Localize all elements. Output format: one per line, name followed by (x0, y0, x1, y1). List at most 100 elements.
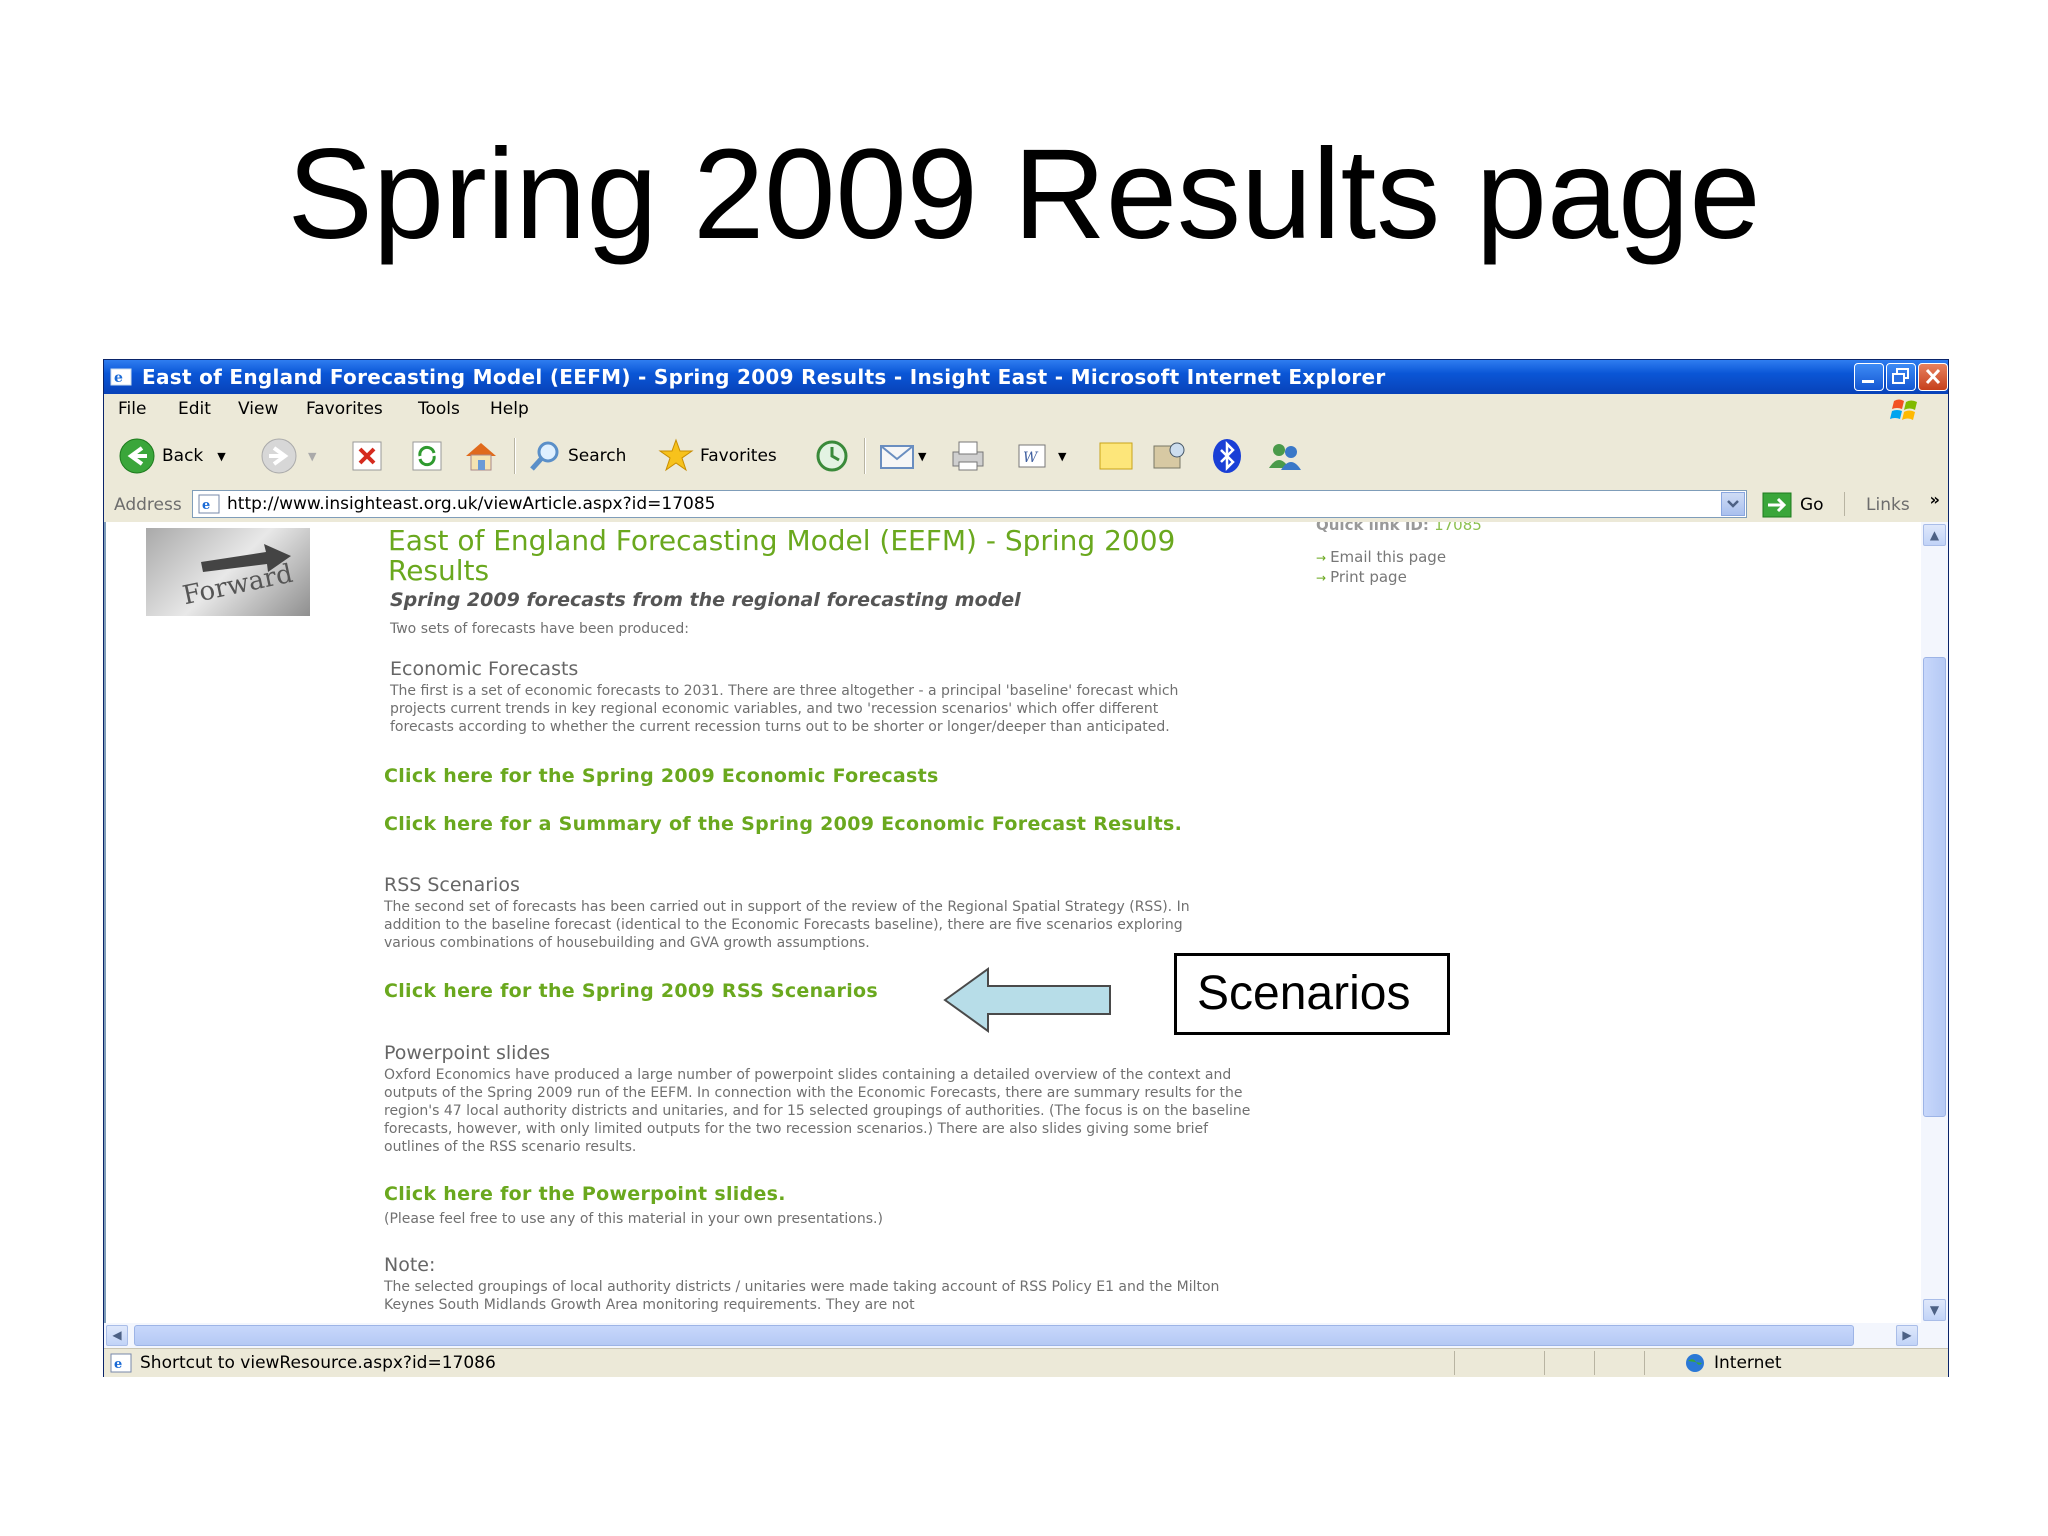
address-input[interactable]: e http://www.insighteast.org.uk/viewArti… (192, 490, 1747, 518)
powerpoint-note: (Please feel free to use any of this mat… (384, 1211, 883, 1227)
ie-window: e East of England Forecasting Model (EEF… (103, 359, 1949, 1377)
security-zone: Internet (1714, 1353, 1782, 1373)
refresh-button[interactable] (410, 436, 444, 476)
callout-arrow-icon (943, 967, 1111, 1033)
stop-button[interactable] (350, 436, 384, 476)
rss-scenarios-link[interactable]: Click here for the Spring 2009 RSS Scena… (384, 980, 878, 1002)
forward-button[interactable]: ▼ (260, 436, 316, 476)
forward-dropdown-icon[interactable]: ▼ (308, 450, 316, 463)
menu-tools[interactable]: Tools (418, 399, 460, 419)
arrow-right-icon: → (1316, 571, 1327, 585)
links-button[interactable]: Links (1866, 495, 1910, 515)
address-label: Address (114, 495, 182, 515)
rss-scenarios-text: The second set of forecasts has been car… (384, 899, 1190, 951)
powerpoint-heading: Powerpoint slides (384, 1042, 551, 1064)
powerpoint-link[interactable]: Click here for the Powerpoint slides. (384, 1183, 786, 1205)
window-title: East of England Forecasting Model (EEFM)… (142, 365, 1386, 389)
mail-dropdown-icon[interactable]: ▼ (918, 450, 926, 463)
close-icon (1925, 368, 1941, 385)
globe-icon (1686, 1354, 1704, 1372)
back-arrow-icon (119, 438, 155, 474)
menu-bar: File Edit View Favorites Tools Help (104, 394, 1948, 427)
history-button[interactable] (812, 436, 850, 476)
menu-view[interactable]: View (238, 399, 278, 419)
bluetooth-icon (1213, 439, 1241, 473)
printer-icon (952, 441, 984, 471)
address-bar: Address e http://www.insighteast.org.uk/… (104, 486, 1948, 523)
mail-icon (880, 445, 914, 469)
summary-results-link[interactable]: Click here for a Summary of the Spring 2… (384, 813, 1182, 835)
go-button[interactable]: Go (1762, 492, 1824, 518)
vertical-scroll-thumb[interactable] (1923, 657, 1946, 1117)
vertical-scrollbar[interactable]: ▲ ▼ (1921, 522, 1948, 1323)
print-button[interactable] (948, 436, 988, 476)
discuss-button[interactable] (1096, 436, 1136, 476)
econ-forecasts-link[interactable]: Click here for the Spring 2009 Economic … (384, 765, 939, 787)
close-button[interactable] (1918, 363, 1948, 391)
intro-text: Two sets of forecasts have been produced… (390, 621, 689, 637)
email-page-link[interactable]: → Email this page (1316, 548, 1446, 566)
menu-file[interactable]: File (118, 399, 146, 419)
menu-help[interactable]: Help (490, 399, 529, 419)
back-dropdown-icon[interactable]: ▼ (217, 450, 225, 463)
horizontal-scrollbar[interactable]: ◀ ▶ (104, 1323, 1948, 1348)
search-icon (530, 441, 559, 471)
edit-button[interactable]: W ▼ (1014, 436, 1066, 476)
page-ie-icon: e (110, 1353, 132, 1373)
scroll-left-button[interactable]: ◀ (106, 1325, 128, 1346)
home-button[interactable] (462, 436, 500, 476)
svg-text:W: W (1023, 450, 1039, 466)
address-dropdown-button[interactable] (1721, 492, 1745, 516)
page-ie-icon: e (198, 494, 220, 514)
messenger-icon (1269, 444, 1301, 470)
minimize-button[interactable] (1854, 363, 1884, 391)
print-page-link[interactable]: → Print page (1316, 568, 1407, 586)
forward-image: Forward (146, 528, 310, 616)
home-icon (466, 443, 496, 471)
bluetooth-button[interactable] (1210, 436, 1244, 476)
back-button[interactable]: Back ▼ (118, 436, 226, 476)
forward-arrow-icon (261, 438, 297, 474)
scenarios-callout: Scenarios (1174, 953, 1450, 1035)
status-text: Shortcut to viewResource.aspx?id=17086 (140, 1353, 496, 1373)
address-url: http://www.insighteast.org.uk/viewArticl… (227, 494, 716, 514)
research-icon (1153, 442, 1185, 469)
slide-title: Spring 2009 Results page (287, 123, 1761, 266)
favorites-button[interactable]: Favorites (658, 436, 777, 476)
search-button[interactable]: Search (528, 436, 626, 476)
refresh-icon (412, 441, 442, 471)
svg-text:e: e (202, 498, 210, 513)
scroll-right-button[interactable]: ▶ (1896, 1325, 1918, 1346)
menu-favorites[interactable]: Favorites (306, 399, 383, 419)
go-arrow-icon (1762, 492, 1792, 518)
windows-logo-icon (1890, 399, 1917, 420)
mail-button[interactable]: ▼ (878, 436, 926, 476)
svg-text:e: e (114, 370, 123, 386)
maximize-button[interactable] (1886, 363, 1916, 391)
menu-edit[interactable]: Edit (178, 399, 211, 419)
note-heading: Note: (384, 1254, 436, 1276)
research-button[interactable] (1150, 436, 1190, 476)
star-icon (658, 438, 694, 472)
scroll-up-button[interactable]: ▲ (1923, 524, 1946, 546)
status-bar: e Shortcut to viewResource.aspx?id=17086… (104, 1348, 1948, 1377)
horizontal-scroll-thumb[interactable] (134, 1325, 1854, 1346)
note-text: The selected groupings of local authorit… (384, 1279, 1220, 1313)
powerpoint-text: Oxford Economics have produced a large n… (384, 1067, 1251, 1155)
rss-scenarios-heading: RSS Scenarios (384, 874, 520, 896)
callout-label: Scenarios (1197, 967, 1411, 1020)
scroll-down-button[interactable]: ▼ (1923, 1299, 1946, 1321)
chevron-down-icon (1727, 500, 1739, 508)
title-bar[interactable]: e East of England Forecasting Model (EEF… (104, 360, 1948, 394)
toolbar-separator (864, 438, 866, 474)
quick-link-id: Quick link ID: 17085 (1316, 522, 1482, 534)
toolbar-separator (514, 438, 516, 474)
history-icon (816, 440, 848, 472)
chevron-right-icon[interactable]: » (1930, 490, 1940, 509)
standard-toolbar: Back ▼ ▼ Search Favorites ▼ W ▼ (104, 426, 1948, 487)
messenger-button[interactable] (1264, 436, 1304, 476)
page-viewport: Forward East of England Forecasting Mode… (104, 522, 1921, 1323)
edit-dropdown-icon[interactable]: ▼ (1058, 450, 1066, 463)
svg-text:e: e (114, 1357, 122, 1372)
stop-icon (352, 441, 382, 471)
